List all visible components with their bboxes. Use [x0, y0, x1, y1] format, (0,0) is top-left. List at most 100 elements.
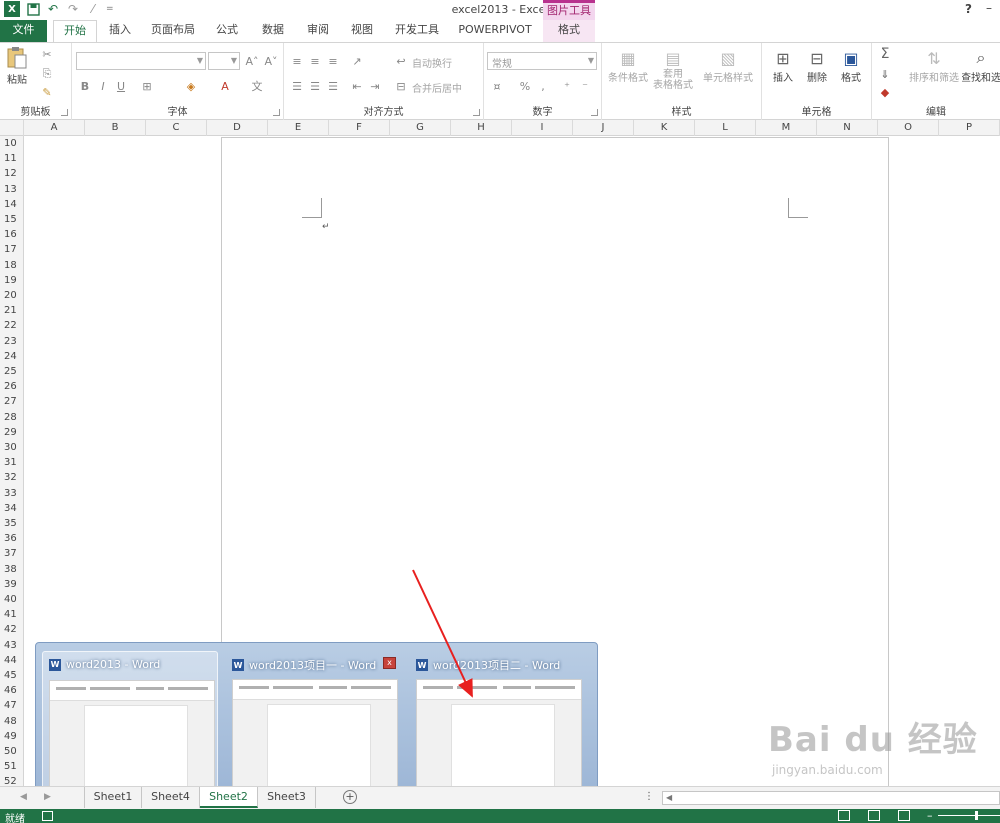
zoom-out-icon[interactable]: – — [927, 809, 933, 822]
minimize-button[interactable]: – — [986, 1, 992, 15]
tab-developer[interactable]: 开发工具 — [391, 20, 443, 42]
column-header[interactable]: O — [878, 120, 939, 136]
phonetic-icon[interactable]: 文 — [250, 79, 264, 93]
thumbnail-word2013-project1[interactable]: W word2013项目一 - Word x — [226, 651, 402, 793]
row-header[interactable]: 19 — [0, 273, 23, 288]
fill-icon[interactable]: ⇓ — [878, 67, 892, 81]
row-header[interactable]: 48 — [0, 714, 23, 729]
row-header[interactable]: 51 — [0, 759, 23, 774]
row-header[interactable]: 49 — [0, 729, 23, 744]
row-header[interactable]: 17 — [0, 242, 23, 257]
row-header[interactable]: 16 — [0, 227, 23, 242]
font-launcher[interactable] — [273, 109, 280, 116]
sheet-tab-sheet1[interactable]: Sheet1 — [84, 787, 142, 808]
column-header[interactable]: H — [451, 120, 512, 136]
grow-font-icon[interactable]: A˄ — [245, 54, 259, 68]
border-icon[interactable]: ⊞ — [140, 79, 154, 93]
paste-button[interactable]: 粘贴 — [6, 47, 28, 86]
format-cells-button[interactable]: ▣ 格式 — [836, 47, 866, 85]
row-header[interactable]: 10 — [0, 136, 23, 151]
row-header[interactable]: 23 — [0, 334, 23, 349]
row-header[interactable]: 41 — [0, 607, 23, 622]
row-header[interactable]: 42 — [0, 622, 23, 637]
row-header[interactable]: 43 — [0, 638, 23, 653]
font-name-combo[interactable]: ▼ — [76, 52, 206, 70]
row-header[interactable]: 44 — [0, 653, 23, 668]
tab-review[interactable]: 审阅 — [303, 20, 333, 42]
row-header[interactable]: 11 — [0, 151, 23, 166]
row-header[interactable]: 34 — [0, 501, 23, 516]
align-bottom-icon[interactable]: ≡ — [326, 54, 340, 68]
row-header[interactable]: 29 — [0, 425, 23, 440]
row-header[interactable]: 21 — [0, 303, 23, 318]
tab-powerpivot[interactable]: POWERPIVOT — [455, 20, 535, 42]
column-header[interactable]: K — [634, 120, 695, 136]
align-left-icon[interactable]: ☰ — [290, 79, 304, 93]
row-header[interactable]: 25 — [0, 364, 23, 379]
tab-view[interactable]: 视图 — [347, 20, 377, 42]
row-header[interactable]: 38 — [0, 562, 23, 577]
row-header[interactable]: 46 — [0, 683, 23, 698]
sort-filter-button[interactable]: ⇅ 排序和筛选 — [906, 47, 962, 85]
row-header[interactable]: 45 — [0, 668, 23, 683]
column-header[interactable]: A — [24, 120, 85, 136]
delete-cells-button[interactable]: ⊟ 删除 — [802, 47, 832, 85]
decrease-indent-icon[interactable]: ⇤ — [350, 79, 364, 93]
column-header[interactable]: J — [573, 120, 634, 136]
autosum-icon[interactable]: Σ — [878, 46, 892, 62]
tab-insert[interactable]: 插入 — [105, 20, 135, 42]
row-header[interactable]: 14 — [0, 197, 23, 212]
merge-center-button[interactable]: 合并后居中 — [412, 80, 462, 95]
tab-formulas[interactable]: 公式 — [212, 20, 242, 42]
sheet-tab-sheet2[interactable]: Sheet2 — [200, 787, 258, 808]
column-header[interactable]: E — [268, 120, 329, 136]
row-header[interactable]: 31 — [0, 455, 23, 470]
scroll-left-icon[interactable]: ◀ — [666, 793, 672, 802]
copy-icon[interactable]: ⎘ — [40, 67, 54, 81]
fill-color-icon[interactable]: ◈ — [184, 79, 198, 93]
row-header[interactable]: 40 — [0, 592, 23, 607]
sheet-nav-prev-icon[interactable]: ◀ — [20, 792, 27, 802]
row-header[interactable]: 20 — [0, 288, 23, 303]
column-header[interactable]: L — [695, 120, 756, 136]
table-format-button[interactable]: ▤ 套用 表格格式 — [650, 47, 696, 92]
tab-picture-format[interactable]: 格式 — [543, 20, 595, 42]
insert-cells-button[interactable]: ⊞ 插入 — [768, 47, 798, 85]
underline-icon[interactable]: U — [114, 79, 128, 93]
tab-splitter-handle[interactable]: ⋮ — [644, 791, 654, 802]
zoom-slider[interactable] — [938, 815, 1000, 816]
align-top-icon[interactable]: ≡ — [290, 54, 304, 68]
zoom-slider-thumb[interactable] — [975, 811, 978, 820]
column-header[interactable]: N — [817, 120, 878, 136]
row-header[interactable]: 26 — [0, 379, 23, 394]
row-header[interactable]: 15 — [0, 212, 23, 227]
increase-indent-icon[interactable]: ⇥ — [368, 79, 382, 93]
conditional-format-button[interactable]: ▦ 条件格式 — [606, 47, 650, 85]
row-header[interactable]: 52 — [0, 774, 23, 786]
column-header[interactable]: G — [390, 120, 451, 136]
column-header[interactable]: D — [207, 120, 268, 136]
column-header[interactable]: F — [329, 120, 390, 136]
align-middle-icon[interactable]: ≡ — [308, 54, 322, 68]
comma-icon[interactable]: , — [536, 79, 550, 93]
orientation-icon[interactable]: ↗ — [350, 54, 364, 68]
percent-icon[interactable]: % — [518, 79, 532, 93]
cell-styles-button[interactable]: ▧ 单元格样式 — [700, 47, 756, 85]
bold-icon[interactable]: B — [78, 79, 92, 93]
row-header[interactable]: 18 — [0, 258, 23, 273]
row-header[interactable]: 12 — [0, 166, 23, 181]
decrease-decimal-icon[interactable]: ⁻ — [578, 79, 592, 93]
row-header[interactable]: 30 — [0, 440, 23, 455]
clear-icon[interactable]: ◆ — [878, 85, 892, 99]
thumbnail-word2013-project2[interactable]: W word2013项目二 - Word — [410, 651, 586, 793]
page-break-view-icon[interactable] — [898, 810, 910, 821]
row-header[interactable]: 32 — [0, 470, 23, 485]
tab-home[interactable]: 开始 — [53, 20, 97, 43]
find-select-button[interactable]: ⌕ 查找和选 — [962, 47, 1000, 84]
wrap-text-button[interactable]: 自动换行 — [412, 55, 452, 70]
sheet-nav-next-icon[interactable]: ▶ — [44, 792, 51, 802]
shrink-font-icon[interactable]: A˅ — [264, 54, 278, 68]
font-color-icon[interactable]: A — [218, 79, 232, 93]
row-header[interactable]: 13 — [0, 182, 23, 197]
increase-decimal-icon[interactable]: ⁺ — [560, 79, 574, 93]
